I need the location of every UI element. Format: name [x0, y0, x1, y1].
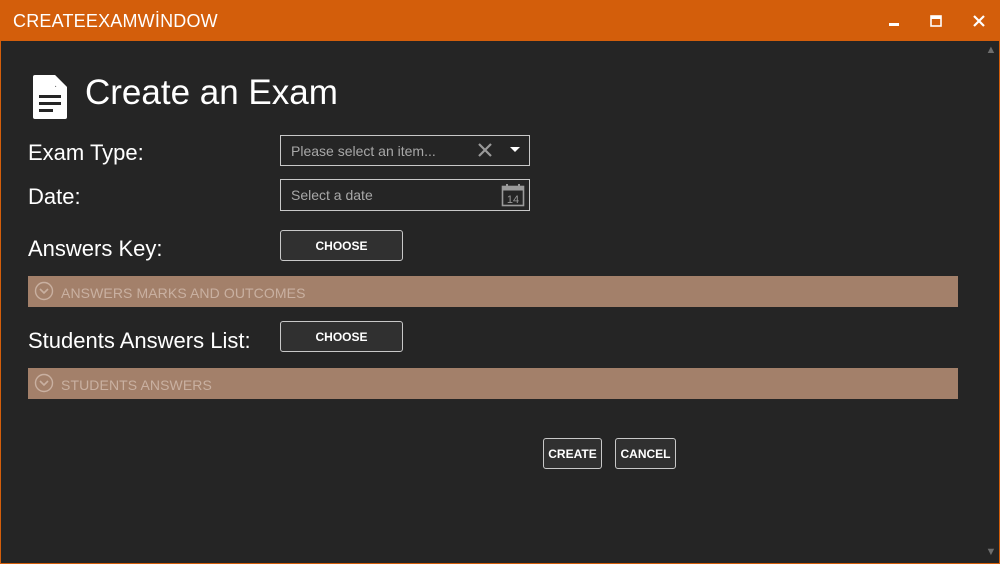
- students-answers-expander-label: STUDENTS ANSWERS: [61, 377, 212, 393]
- students-answers-list-label: Students Answers List:: [28, 328, 251, 353]
- answers-marks-expander-label: ANSWERS MARKS AND OUTCOMES: [61, 285, 306, 301]
- cancel-button[interactable]: CANCEL: [615, 438, 676, 469]
- calendar-icon[interactable]: 14: [501, 183, 525, 207]
- document-icon: [33, 75, 67, 119]
- date-placeholder: Select a date: [291, 187, 373, 203]
- answers-key-label: Answers Key:: [28, 236, 163, 261]
- date-label: Date:: [28, 184, 81, 209]
- title-bar[interactable]: CREATEEXAMWİNDOW: [1, 1, 999, 41]
- choose-students-answers-button[interactable]: CHOOSE: [280, 321, 403, 352]
- maximize-button[interactable]: [923, 9, 949, 33]
- exam-type-placeholder: Please select an item...: [291, 143, 436, 159]
- scroll-down-icon: ▼: [985, 546, 997, 558]
- chevron-down-icon: [34, 373, 54, 393]
- window-title: CREATEEXAMWİNDOW: [13, 11, 218, 31]
- scroll-up-button[interactable]: ▲: [984, 44, 998, 56]
- date-picker[interactable]: Select a date 14: [280, 179, 530, 211]
- create-button[interactable]: CREATE: [543, 438, 602, 469]
- students-answers-expander[interactable]: STUDENTS ANSWERS: [28, 368, 958, 399]
- chevron-down-icon[interactable]: [508, 144, 522, 156]
- close-button[interactable]: [966, 9, 992, 33]
- svg-text:14: 14: [507, 194, 519, 206]
- exam-type-label: Exam Type:: [28, 140, 144, 165]
- maximize-icon: [930, 15, 942, 27]
- close-icon: [973, 15, 985, 27]
- page-title: Create an Exam: [85, 73, 338, 112]
- create-exam-window: CREATEEXAMWİNDOW ▲ ▼ Create an Exam Exam…: [0, 0, 1000, 564]
- clear-icon[interactable]: [474, 139, 496, 161]
- scroll-down-button[interactable]: ▼: [984, 546, 998, 558]
- minimize-button[interactable]: [881, 9, 907, 33]
- exam-type-select[interactable]: Please select an item...: [280, 135, 530, 166]
- scroll-up-icon: ▲: [985, 44, 997, 56]
- chevron-down-icon: [34, 281, 54, 301]
- answers-marks-expander[interactable]: ANSWERS MARKS AND OUTCOMES: [28, 276, 958, 307]
- choose-answers-key-button[interactable]: CHOOSE: [280, 230, 403, 261]
- minimize-icon: [889, 23, 899, 26]
